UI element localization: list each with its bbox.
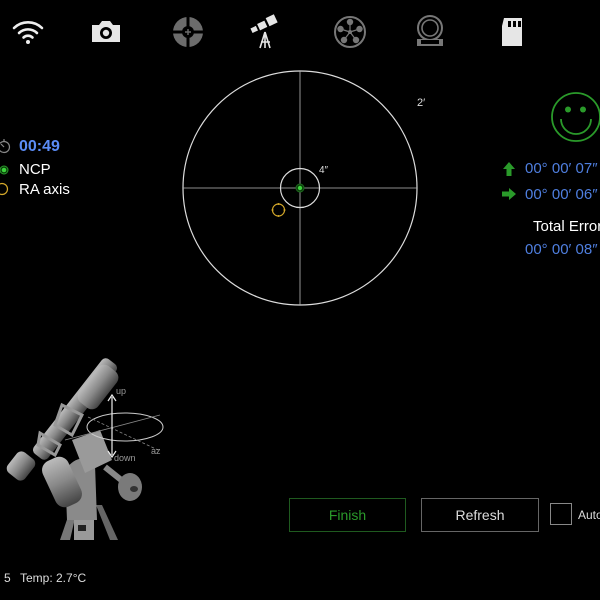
telescope-icon[interactable] xyxy=(248,14,284,50)
ra-axis-marker xyxy=(271,203,286,217)
azimuth-error-value: 00° 00′ 06″ xyxy=(525,186,598,203)
smiley-status-icon xyxy=(551,92,600,142)
ra-axis-label: RA axis xyxy=(19,181,70,198)
ra-axis-marker-icon xyxy=(0,182,9,196)
refresh-button[interactable]: Refresh xyxy=(421,498,539,532)
camera-icon[interactable] xyxy=(88,14,124,50)
timer: 00:49 xyxy=(19,138,60,155)
total-error-value: 00° 00′ 08″ xyxy=(525,241,598,258)
wifi-icon[interactable] xyxy=(10,14,46,50)
up-label: up xyxy=(116,386,127,396)
down-label: down xyxy=(114,453,136,463)
ncp-marker-icon xyxy=(0,165,9,175)
stopwatch-icon xyxy=(0,139,11,154)
altitude-error-value: 00° 00′ 07″ xyxy=(525,160,598,177)
focuser-icon[interactable] xyxy=(412,14,448,50)
outer-scale-label: 2′ xyxy=(417,97,426,109)
total-error-label: Total Error xyxy=(533,218,600,235)
finish-button[interactable]: Finish xyxy=(289,498,406,532)
status-prefix: 5 xyxy=(4,571,11,585)
inner-scale-label: 4″ xyxy=(319,165,329,176)
crosshair-icon[interactable] xyxy=(170,14,206,50)
ncp-marker-core xyxy=(297,185,303,191)
ncp-label: NCP xyxy=(19,161,51,178)
arrow-right-icon xyxy=(502,188,516,200)
alignment-reticle xyxy=(182,70,418,306)
auto-refresh-checkbox[interactable] xyxy=(550,503,572,525)
temperature-readout: Temp: 2.7°C xyxy=(20,571,87,585)
arrow-up-icon xyxy=(503,162,515,176)
filter-wheel-icon[interactable] xyxy=(332,14,368,50)
sd-card-icon[interactable] xyxy=(494,14,530,50)
az-label: az xyxy=(151,446,161,456)
auto-refresh-label[interactable]: Auto Refresh xyxy=(578,508,600,522)
